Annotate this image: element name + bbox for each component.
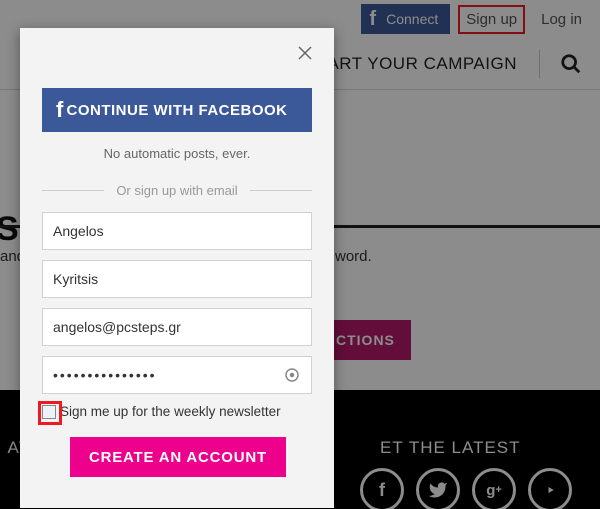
newsletter-label: Sign me up for the weekly newsletter [60, 404, 281, 419]
highlight-annotation [38, 401, 62, 425]
create-account-button[interactable]: CREATE AN ACCOUNT [70, 437, 286, 477]
first-name-input[interactable]: Angelos [42, 212, 312, 250]
last-name-input[interactable]: Kyritsis [42, 260, 312, 298]
close-icon[interactable] [296, 44, 314, 62]
facebook-button-label: CONTINUE WITH FACEBOOK [67, 102, 288, 119]
continue-with-facebook-button[interactable]: f CONTINUE WITH FACEBOOK [42, 88, 312, 132]
facebook-icon: f [56, 97, 64, 123]
signup-modal: f CONTINUE WITH FACEBOOK No automatic po… [20, 28, 334, 508]
no-auto-posts-text: No automatic posts, ever. [42, 146, 312, 161]
email-divider: Or sign up with email [42, 183, 312, 198]
password-input[interactable]: ••••••••••••••• [42, 356, 312, 394]
newsletter-checkbox[interactable] [42, 405, 56, 419]
password-reveal-icon[interactable] [283, 366, 301, 384]
email-input[interactable]: angelos@pcsteps.gr [42, 308, 312, 346]
